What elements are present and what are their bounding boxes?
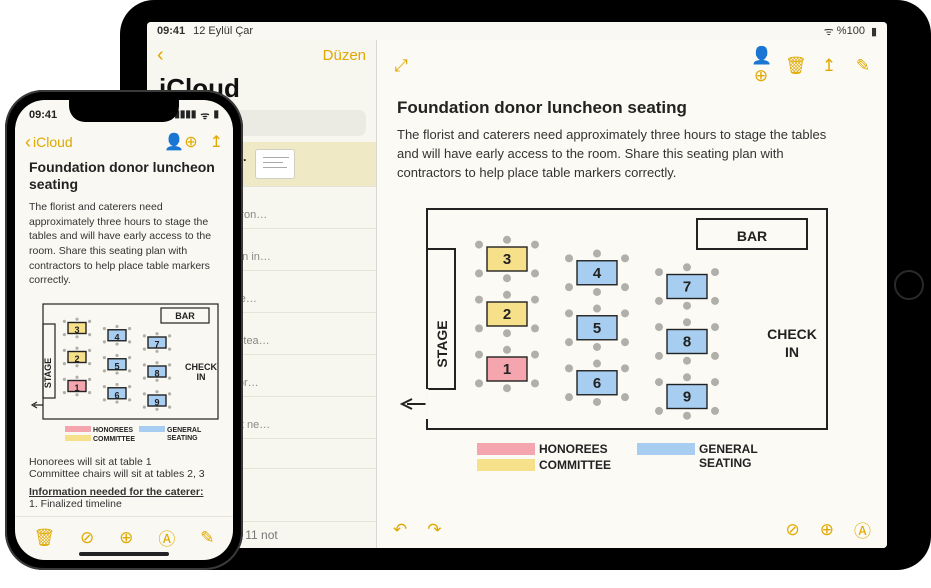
share-icon[interactable]: ↥ xyxy=(819,56,839,76)
legend-general-2: SEATING xyxy=(699,456,751,470)
note-extra-text[interactable]: Honorees will sit at table 1 Committee c… xyxy=(15,450,233,516)
back-button[interactable]: ‹ xyxy=(157,44,164,67)
trash-icon[interactable]: 🗑 xyxy=(785,56,805,76)
back-button[interactable]: ‹iCloud xyxy=(25,132,73,153)
legend-committee: COMMITTEE xyxy=(539,458,611,472)
status-date: 12 Eylül Çar xyxy=(193,25,253,37)
svg-text:CHECK: CHECK xyxy=(185,362,218,372)
svg-text:6: 6 xyxy=(114,390,119,400)
note-body[interactable]: The florist and caterers need approximat… xyxy=(377,126,857,193)
stage-label: STAGE xyxy=(434,320,450,367)
svg-text:2: 2 xyxy=(503,306,511,323)
note-thumbnail xyxy=(255,149,295,179)
edit-button[interactable]: Düzen xyxy=(323,47,366,64)
svg-text:6: 6 xyxy=(593,374,601,391)
svg-text:5: 5 xyxy=(593,319,601,336)
add-people-icon[interactable]: 👤⊕ xyxy=(164,132,197,152)
wifi-icon: ᯤ xyxy=(200,108,209,122)
ipad-screen: 09:41 12 Eylül Çar ᯤ %100 ▮ ‹ Düzen iClo… xyxy=(147,22,887,548)
markup-icon[interactable]: Ⓐ xyxy=(854,517,871,542)
add-people-icon[interactable]: 👤⊕ xyxy=(751,46,771,86)
iphone-nav-bar: ‹iCloud 👤⊕ ↥ xyxy=(15,130,233,159)
checklist-icon[interactable]: ⊘ xyxy=(80,528,94,548)
svg-text:3: 3 xyxy=(74,325,79,335)
svg-text:8: 8 xyxy=(154,369,159,379)
svg-text:HONOREES: HONOREES xyxy=(93,427,133,434)
note-title: Foundation donor luncheon seating xyxy=(15,159,233,200)
note-title: Foundation donor luncheon seating xyxy=(377,92,887,126)
svg-text:7: 7 xyxy=(683,278,691,295)
iphone-screen: 09:41 ▮▮▮▮ ᯤ ▮ ‹iCloud 👤⊕ ↥ Foundation d… xyxy=(15,100,233,560)
battery-percent: %100 xyxy=(837,25,865,37)
svg-text:4: 4 xyxy=(593,264,602,281)
trash-icon[interactable]: 🗑 xyxy=(33,528,55,548)
markup-icon[interactable]: Ⓐ xyxy=(158,525,175,550)
legend-honorees: HONOREES xyxy=(539,442,608,456)
wifi-icon: ᯤ xyxy=(824,24,834,39)
note-detail-pane: ⤢ 👤⊕ 🗑 ↥ ✎ Foundation donor luncheon sea… xyxy=(377,40,887,548)
add-attachment-icon[interactable]: ⊕ xyxy=(820,520,834,540)
home-indicator[interactable] xyxy=(79,552,169,556)
legend-general-1: GENERAL xyxy=(699,442,758,456)
battery-icon: ▮ xyxy=(213,109,219,120)
svg-text:SEATING: SEATING xyxy=(167,435,198,442)
camera-icon[interactable]: ⊕ xyxy=(119,528,133,548)
svg-text:1: 1 xyxy=(74,383,79,393)
iphone-notch xyxy=(69,100,179,122)
svg-text:5: 5 xyxy=(114,361,119,371)
compose-icon[interactable]: ✎ xyxy=(853,56,873,76)
svg-text:3: 3 xyxy=(503,251,511,268)
checklist-icon[interactable]: ⊘ xyxy=(786,520,800,540)
checkin-label-1: CHECK xyxy=(767,326,817,342)
svg-text:COMMITTEE: COMMITTEE xyxy=(93,436,135,443)
redo-icon[interactable]: ↷ xyxy=(427,520,441,540)
seating-sketch-small: STAGE BAR CHECK IN 3 2 1 4 5 6 7 8 9 HONOREES CO… xyxy=(29,298,229,448)
iphone-device: 09:41 ▮▮▮▮ ᯤ ▮ ‹iCloud 👤⊕ ↥ Foundation d… xyxy=(5,90,243,570)
status-time: 09:41 xyxy=(29,109,57,121)
seating-sketch: STAGE BAR CHECK IN 3 2 1 4 5 6 7 8 9 xyxy=(397,199,857,479)
ipad-status-bar: 09:41 12 Eylül Çar ᯤ %100 ▮ xyxy=(147,22,887,40)
battery-icon: ▮ xyxy=(871,25,877,38)
svg-text:9: 9 xyxy=(154,398,159,408)
svg-text:9: 9 xyxy=(683,388,691,405)
svg-text:1: 1 xyxy=(503,361,511,378)
status-time: 09:41 xyxy=(157,25,185,37)
svg-text:STAGE: STAGE xyxy=(43,358,53,388)
svg-text:7: 7 xyxy=(154,340,159,350)
compose-icon[interactable]: ✎ xyxy=(200,528,214,548)
svg-text:8: 8 xyxy=(683,333,691,350)
svg-text:2: 2 xyxy=(74,354,79,364)
svg-text:BAR: BAR xyxy=(175,311,195,321)
bar-label: BAR xyxy=(737,228,767,244)
checkin-label-2: IN xyxy=(785,344,799,360)
ipad-home-button[interactable] xyxy=(894,270,924,300)
note-body[interactable]: The florist and caterers need approximat… xyxy=(15,200,233,296)
share-icon[interactable]: ↥ xyxy=(210,132,223,152)
svg-text:GENERAL: GENERAL xyxy=(167,427,202,434)
svg-text:IN: IN xyxy=(197,372,206,382)
undo-icon[interactable]: ↶ xyxy=(393,520,407,540)
expand-icon[interactable]: ⤢ xyxy=(391,56,411,76)
svg-text:4: 4 xyxy=(114,332,119,342)
